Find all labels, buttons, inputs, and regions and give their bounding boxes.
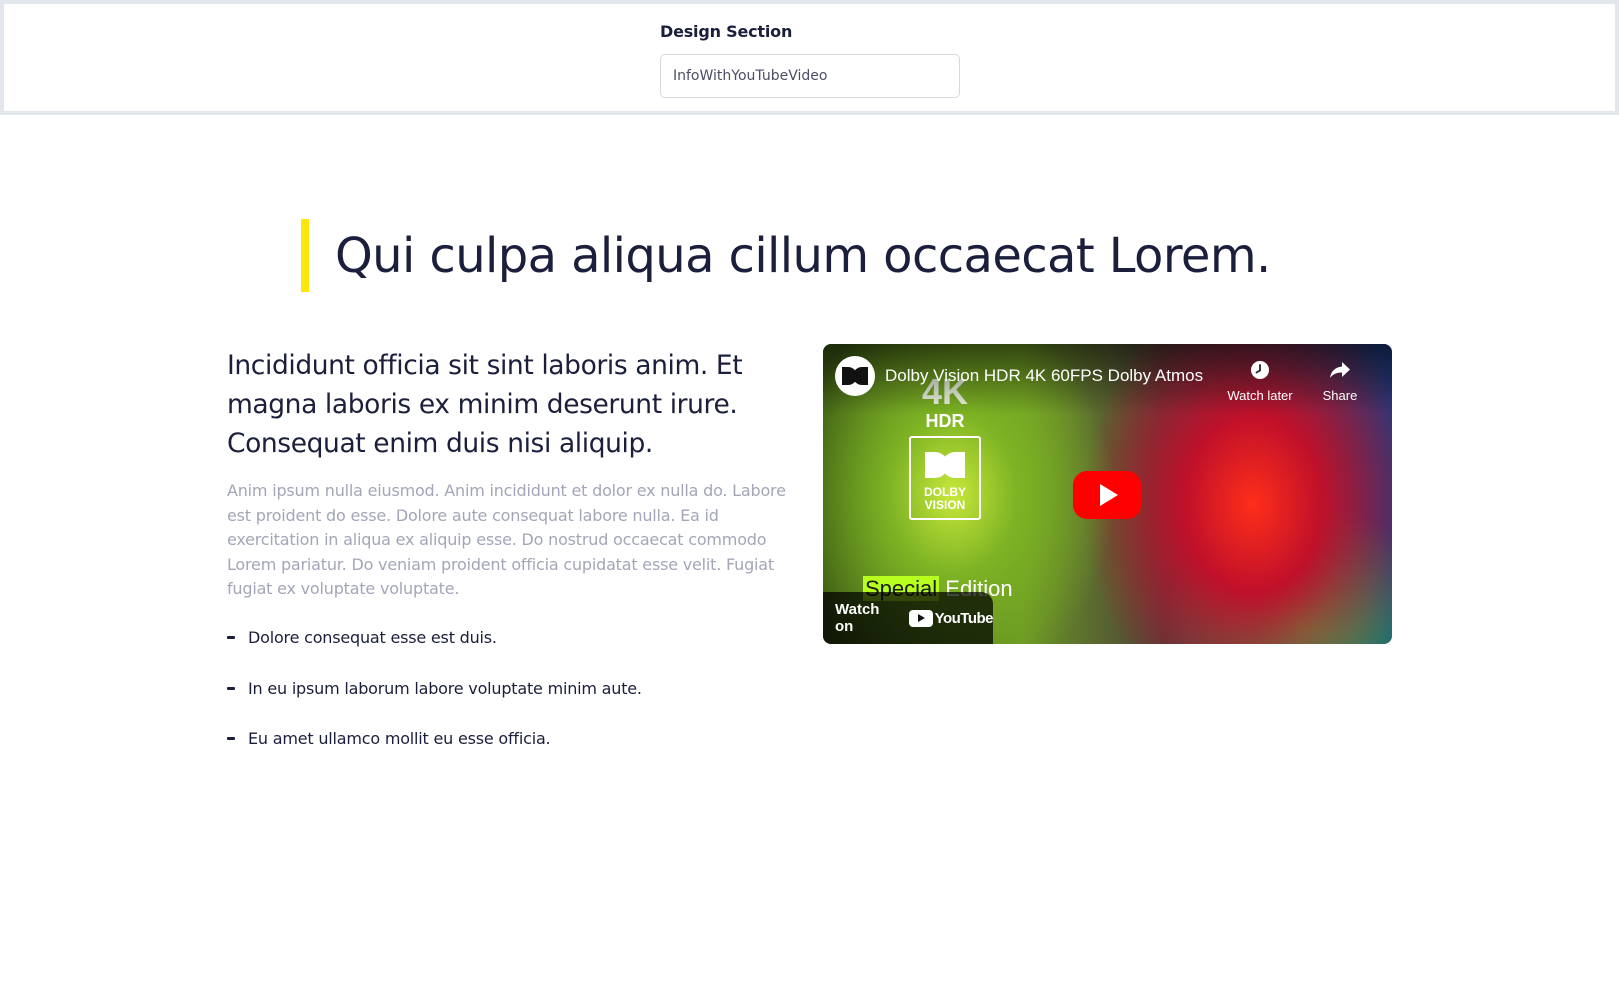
play-icon bbox=[1100, 484, 1118, 506]
body-text: Anim ipsum nulla eiusmod. Anim incididun… bbox=[227, 481, 786, 598]
bullet-item: In eu ipsum laborum labore voluptate min… bbox=[227, 676, 797, 700]
bullet-dash-icon bbox=[227, 737, 235, 740]
share-arrow-icon bbox=[1330, 362, 1350, 378]
bullet-list: Dolore consequat esse est duis. In eu ip… bbox=[227, 626, 797, 751]
dolby-vision-logo: DOLBY VISION bbox=[909, 436, 981, 520]
bullet-text: In eu ipsum laborum labore voluptate min… bbox=[248, 678, 642, 698]
section-heading: Qui culpa aliqua cillum occaecat Lorem. bbox=[335, 227, 1271, 284]
share-button[interactable]: Share bbox=[1300, 356, 1380, 403]
watch-later-label: Watch later bbox=[1227, 388, 1293, 403]
play-button[interactable] bbox=[1073, 471, 1141, 519]
watch-later-button[interactable]: Watch later bbox=[1220, 356, 1300, 403]
bullet-item: Eu amet ullamco mollit eu esse officia. bbox=[227, 727, 797, 751]
bullet-item: Dolore consequat esse est duis. bbox=[227, 626, 797, 650]
youtube-video-embed[interactable]: 4K HDR DOLBYVISION Special Edition Dolby… bbox=[823, 344, 1392, 644]
dolby-icon bbox=[925, 452, 965, 478]
design-selector-bar: Design Section InfoWithYouTubeVideo bbox=[0, 0, 1619, 115]
info-column: Incididunt officia sit sint laboris anim… bbox=[227, 346, 797, 777]
bullet-text: Eu amet ullamco mollit eu esse officia. bbox=[248, 729, 551, 748]
bullet-dash-icon bbox=[227, 686, 235, 690]
video-title[interactable]: Dolby Vision HDR 4K 60FPS Dolby Atmos bbox=[885, 366, 1203, 386]
lead-text: Incididunt officia sit sint laboris anim… bbox=[227, 350, 743, 459]
bullet-dash-icon bbox=[227, 636, 235, 639]
share-label: Share bbox=[1322, 388, 1358, 403]
section-heading-wrap: Qui culpa aliqua cillum occaecat Lorem. bbox=[301, 219, 1271, 292]
design-section-input[interactable]: InfoWithYouTubeVideo bbox=[660, 54, 960, 98]
watch-on-label: Watch on bbox=[835, 601, 880, 635]
youtube-play-icon bbox=[908, 609, 933, 627]
channel-avatar[interactable] bbox=[835, 356, 875, 396]
watch-on-youtube-link[interactable]: Watch on YouTube bbox=[823, 592, 994, 644]
dolby-channel-icon bbox=[842, 367, 868, 385]
youtube-logo: YouTube bbox=[908, 609, 994, 627]
clock-icon bbox=[1251, 361, 1269, 379]
heading-accent-bar bbox=[301, 219, 309, 292]
bullet-text: Dolore consequat esse est duis. bbox=[248, 628, 497, 647]
design-section-label: Design Section bbox=[660, 22, 793, 41]
